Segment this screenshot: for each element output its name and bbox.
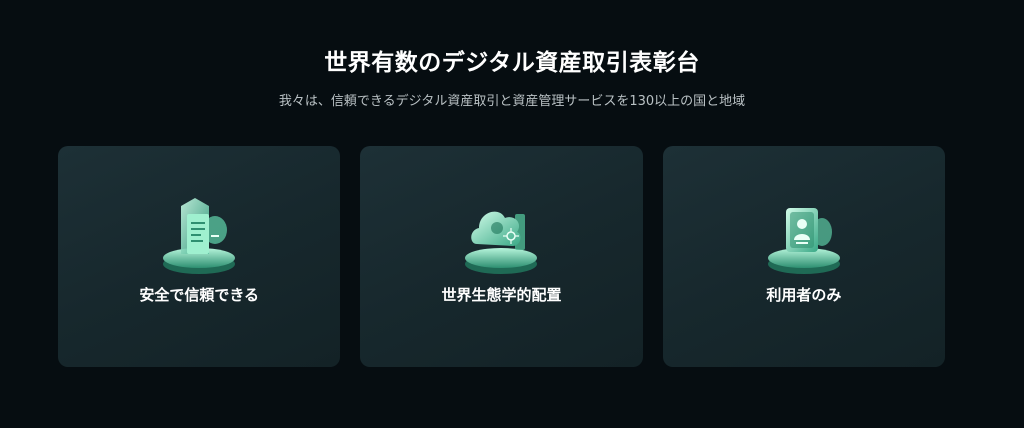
user-profile-icon	[767, 208, 840, 274]
feature-card-global[interactable]: 世界生態学的配置	[360, 146, 643, 367]
cloud-network-icon	[465, 211, 538, 274]
card-label-users: 利用者のみ	[766, 286, 842, 304]
page-title: 世界有数のデジタル資産取引表彰台	[324, 50, 700, 77]
card-label-global: 世界生態学的配置	[441, 286, 562, 304]
secure-document-icon	[163, 198, 236, 274]
feature-card-secure[interactable]: 安全で信頼できる	[58, 146, 341, 367]
feature-cards: 安全で信頼できる 世界生態学的配置 利用者のみ	[58, 146, 945, 367]
card-label-secure: 安全で信頼できる	[139, 286, 260, 304]
feature-card-users[interactable]: 利用者のみ	[662, 146, 945, 367]
page-subtitle: 我々は、信頼できるデジタル資産取引と資産管理サービスを130以上の国と地域	[278, 94, 746, 109]
